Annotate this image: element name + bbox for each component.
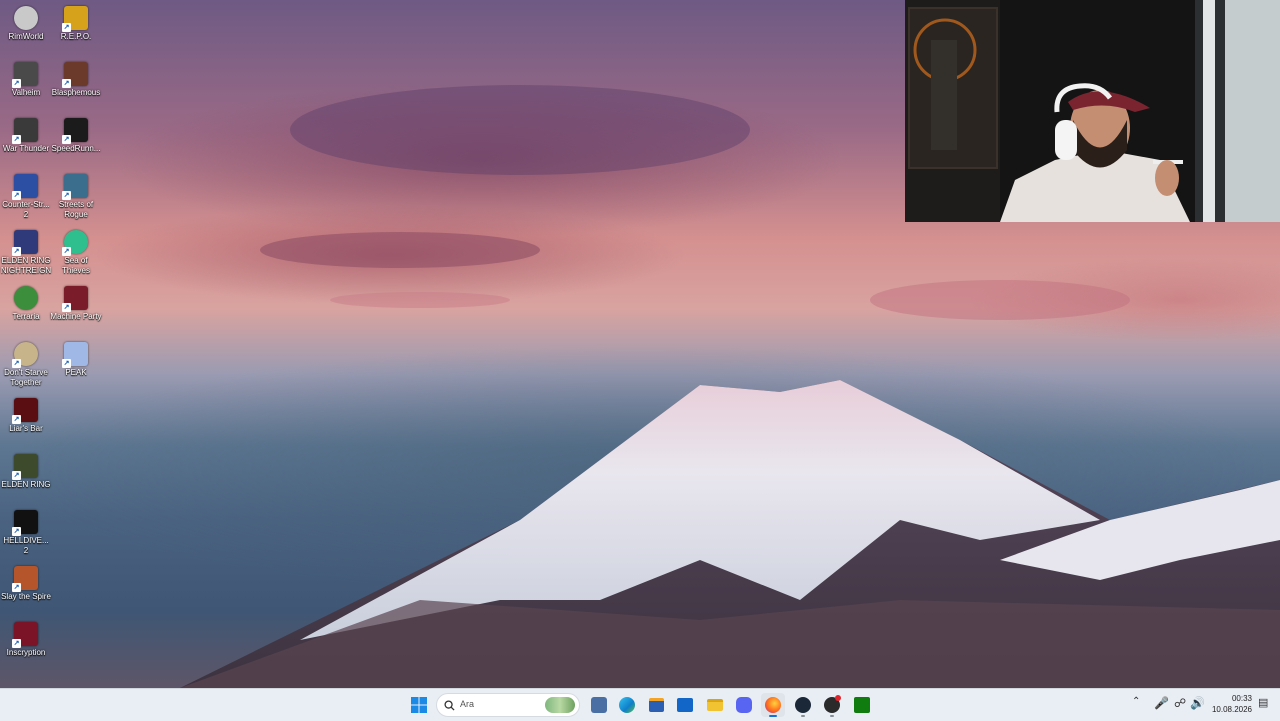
- desktop-icon-label: Terraria: [12, 312, 40, 321]
- slay-the-spire-icon: ↗: [12, 566, 38, 592]
- desktop-icon-rimworld[interactable]: RimWorld: [0, 2, 52, 42]
- desktop-icon-elden-ring-nightreign[interactable]: ↗ ELDEN RING NIGHTREIGN: [0, 226, 52, 276]
- desktop-icon-sea-of-thieves[interactable]: ↗ Sea of Thieves: [50, 226, 102, 276]
- notifications-icon[interactable]: ▤: [1258, 696, 1268, 709]
- taskbar-xbox-button[interactable]: [850, 693, 874, 717]
- inscryption-icon: ↗: [12, 622, 38, 648]
- desktop-icon-label: Inscryption: [6, 648, 46, 657]
- desktop-icon-speedrunners[interactable]: ↗ SpeedRunn...: [50, 114, 102, 154]
- taskbar-clock[interactable]: 00:33 10.08.2026: [1206, 693, 1252, 715]
- taskbar-widgets-button[interactable]: [587, 693, 611, 717]
- liars-bar-icon: ↗: [12, 398, 38, 424]
- desktop-icon-repo[interactable]: ↗ R.E.P.O.: [50, 2, 102, 42]
- desktop-icon-war-thunder[interactable]: ↗ War Thunder: [0, 114, 52, 154]
- war-thunder-icon: ↗: [12, 118, 38, 144]
- helldivers-2-icon: ↗: [12, 510, 38, 536]
- desktop-icon-label: RimWorld: [8, 32, 44, 41]
- desktop-icon-label: PEAK: [65, 368, 87, 377]
- xbox-icon: [854, 697, 870, 713]
- desktop-icon-label: ELDEN RING NIGHTREIGN: [0, 256, 52, 275]
- show-hidden-icons-button[interactable]: ⌃: [1132, 696, 1140, 707]
- clock-time: 00:33: [1231, 694, 1252, 703]
- rimworld-icon: [14, 6, 38, 30]
- discord-icon: [736, 697, 752, 713]
- desktop-icon-label: Machine Party: [50, 312, 102, 321]
- desktop-icon-label: Blasphemous: [51, 88, 101, 97]
- search-icon: [444, 700, 455, 711]
- outlook-icon: [677, 698, 693, 712]
- taskbar: Ara ⌃ 🎤 ☍ 🔊 00:33 10.08.2026 ▤: [0, 688, 1280, 721]
- taskbar-edge-button[interactable]: [615, 693, 639, 717]
- desktop-icon-blasphemous[interactable]: ↗ Blasphemous: [50, 58, 102, 98]
- desktop-icon-label: Sea of Thieves: [61, 256, 90, 275]
- desktop-icon-helldivers-2[interactable]: ↗ HELLDIVE... 2: [0, 506, 52, 556]
- desktop-icon-label: Valheim: [11, 88, 41, 97]
- valheim-icon: ↗: [12, 62, 38, 88]
- desktop-icon-label: Streets of Rogue: [58, 200, 94, 219]
- elden-ring-icon: ↗: [12, 454, 38, 480]
- sea-of-thieves-icon: ↗: [62, 230, 88, 256]
- taskbar-outlook-button[interactable]: [673, 693, 697, 717]
- taskbar-discord-button[interactable]: [732, 693, 756, 717]
- search-highlight-image: [545, 697, 575, 713]
- edge-icon: [619, 697, 635, 713]
- desktop-icon-label: Counter-Str... 2: [2, 200, 50, 219]
- terraria-icon: [14, 286, 38, 310]
- dont-starve-together-icon: ↗: [12, 342, 38, 368]
- windows-logo-icon: [411, 697, 427, 713]
- search-placeholder: Ara: [460, 699, 475, 709]
- steam-icon: [795, 697, 811, 713]
- elden-ring-nightreign-icon: ↗: [12, 230, 38, 256]
- firefox-icon: [765, 697, 781, 713]
- desktop-icon-dont-starve-together[interactable]: ↗ Don't Starve Together: [0, 338, 52, 388]
- desktop-icon-machine-party[interactable]: ↗ Machine Party: [50, 282, 102, 322]
- desktop-icon-label: SpeedRunn...: [51, 144, 101, 153]
- peak-icon: ↗: [62, 342, 88, 368]
- network-icon[interactable]: ☍: [1174, 696, 1186, 710]
- desktop-icon-streets-of-rogue[interactable]: ↗ Streets of Rogue: [50, 170, 102, 220]
- blasphemous-icon: ↗: [62, 62, 88, 88]
- webcam-overlay: [905, 0, 1280, 222]
- notification-dot: [835, 695, 841, 701]
- start-button[interactable]: [407, 693, 431, 717]
- running-indicator: [830, 715, 834, 717]
- taskbar-store-button[interactable]: [644, 693, 668, 717]
- clock-date: 10.08.2026: [1211, 705, 1252, 714]
- running-indicator: [769, 715, 777, 717]
- running-indicator: [801, 715, 805, 717]
- widgets-icon: [591, 697, 607, 713]
- speedrunners-icon: ↗: [62, 118, 88, 144]
- desktop-icon-elden-ring[interactable]: ↗ ELDEN RING: [0, 450, 52, 490]
- store-icon: [648, 698, 664, 712]
- taskbar-file-explorer-button[interactable]: [703, 693, 727, 717]
- desktop-icon-label: Don't Starve Together: [4, 368, 48, 387]
- desktop-icon-label: Liar's Bar: [9, 424, 43, 433]
- desktop-icon-label: ELDEN RING: [1, 480, 51, 489]
- streets-of-rogue-icon: ↗: [62, 174, 88, 200]
- taskbar-obs-button[interactable]: [820, 693, 844, 717]
- counter-strike-icon: ↗: [12, 174, 38, 200]
- desktop-icon-label: Slay the Spire: [1, 592, 51, 601]
- repo-icon: ↗: [62, 6, 88, 32]
- microphone-icon[interactable]: 🎤: [1154, 696, 1169, 710]
- desktop-icon-inscryption[interactable]: ↗ Inscryption: [0, 618, 52, 658]
- desktop-icon-slay-the-spire[interactable]: ↗ Slay the Spire: [0, 562, 52, 602]
- desktop-icon-counter-strike-2[interactable]: ↗ Counter-Str... 2: [0, 170, 52, 220]
- desktop-icon-label: HELLDIVE... 2: [3, 536, 49, 555]
- desktop-icon-valheim[interactable]: ↗ Valheim: [0, 58, 52, 98]
- file-explorer-icon: [707, 699, 723, 711]
- taskbar-steam-button[interactable]: [791, 693, 815, 717]
- taskbar-search-input[interactable]: Ara: [436, 693, 580, 717]
- desktop-icon-liars-bar[interactable]: ↗ Liar's Bar: [0, 394, 52, 434]
- desktop-icon-label: War Thunder: [2, 144, 50, 153]
- desktop-icon-label: R.E.P.O.: [60, 32, 92, 41]
- desktop-icon-terraria[interactable]: Terraria: [0, 282, 52, 322]
- desktop-icon-peak[interactable]: ↗ PEAK: [50, 338, 102, 378]
- volume-icon[interactable]: 🔊: [1190, 696, 1205, 710]
- webcam-feed-image: [905, 0, 1280, 222]
- machine-party-icon: ↗: [62, 286, 88, 312]
- taskbar-firefox-button[interactable]: [761, 693, 785, 717]
